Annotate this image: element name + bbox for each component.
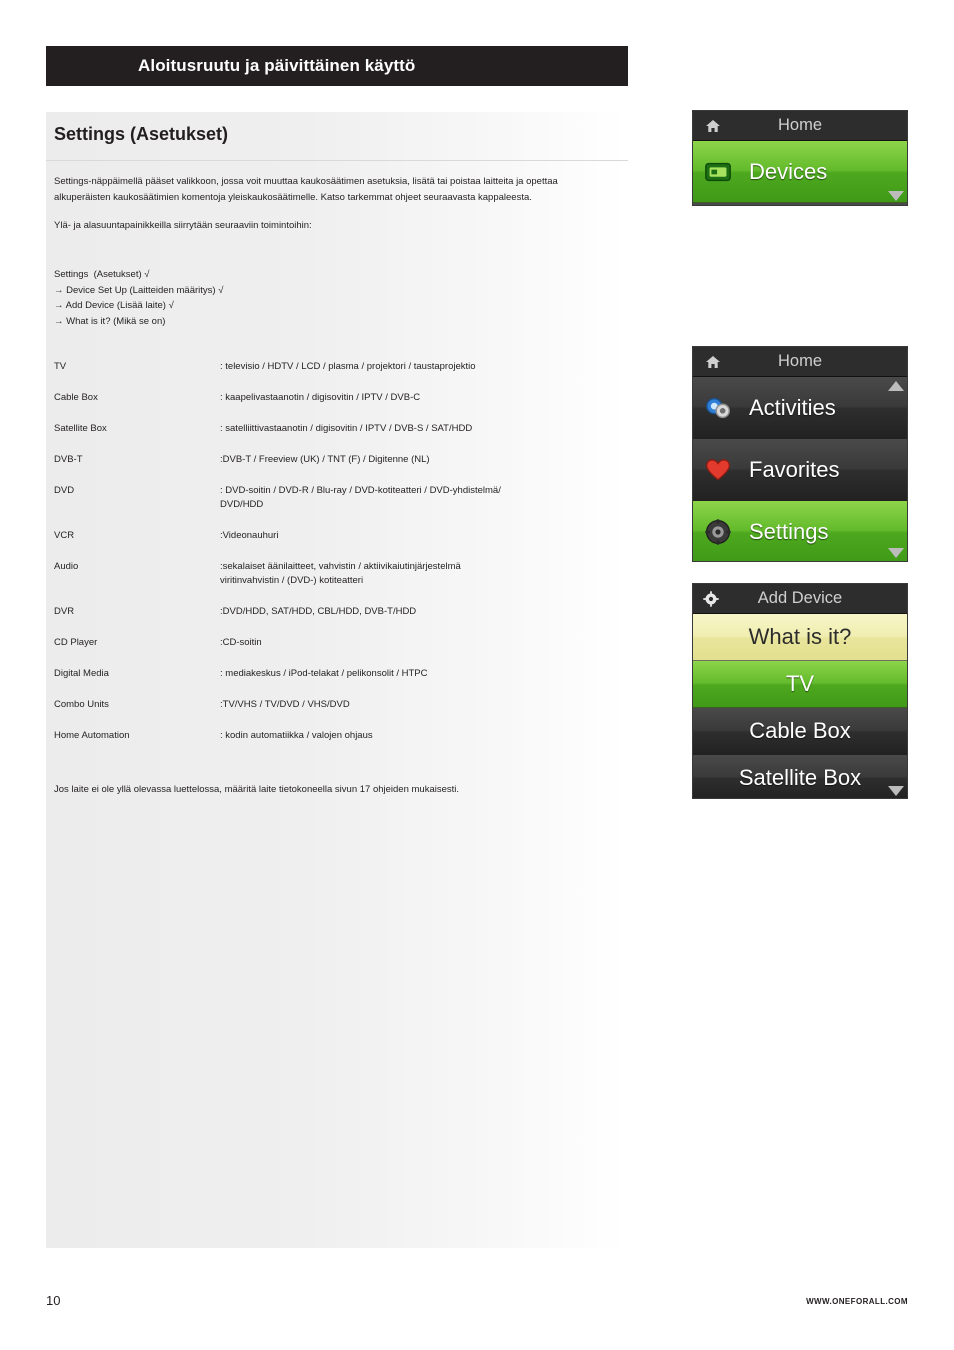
- device-description: : satelliittivastaanotin / digisovitin /…: [220, 423, 473, 434]
- device-name: Combo Units: [54, 699, 109, 710]
- screen-title-bar: Add Device: [693, 584, 907, 614]
- footer-url: WWW.ONEFORALL.COM: [806, 1297, 908, 1306]
- remote-screen-add-device: Add Device What is it? TV Cable Box Sate…: [692, 583, 908, 799]
- device-description: :sekalaiset äänilaitteet, vahvistin / ak…: [220, 561, 461, 586]
- table-row: VCR :Videonauhuri: [54, 529, 614, 543]
- device-description: :Videonauhuri: [220, 530, 279, 541]
- device-name: DVD: [54, 485, 75, 496]
- menu-item-label: What is it?: [748, 624, 852, 649]
- intro-text: Settings-näppäimellä pääset valikkoon, j…: [54, 174, 602, 234]
- menu-item-label: Cable Box: [749, 718, 851, 743]
- device-name: Home Automation: [54, 730, 130, 741]
- section-title: Settings (Asetukset): [54, 124, 229, 144]
- intro-paragraph-1: Settings-näppäimellä pääset valikkoon, j…: [54, 176, 558, 203]
- device-name: DVB-T: [54, 454, 83, 465]
- device-description: : DVD-soitin / DVD-R / Blu-ray / DVD-kot…: [220, 485, 501, 510]
- menu-item-cable-box[interactable]: Cable Box: [693, 708, 907, 755]
- menu-item-label: Favorites: [749, 456, 840, 482]
- menu-item-settings[interactable]: Settings: [693, 501, 907, 561]
- table-row: DVB-T :DVB-T / Freeview (UK) / TNT (F) /…: [54, 453, 614, 467]
- scroll-down-arrow-icon[interactable]: [888, 786, 904, 796]
- nav-line-what-is-it: → What is it? (Mikä se on): [54, 315, 166, 327]
- menu-item-favorites[interactable]: Favorites: [693, 439, 907, 501]
- page-header-title: Aloitusruutu ja päivittäinen käyttö: [138, 56, 416, 75]
- menu-item-devices[interactable]: Devices: [693, 141, 907, 203]
- page-number: 10: [46, 1293, 61, 1308]
- device-name: Satellite Box: [54, 423, 107, 434]
- gear-icon: [703, 590, 719, 607]
- screen-title-bar: Home: [693, 347, 907, 377]
- table-row: Combo Units :TV/VHS / TV/DVD / VHS/DVD: [54, 698, 614, 712]
- menu-item-activities[interactable]: Activities: [693, 203, 907, 205]
- device-description: :DVB-T / Freeview (UK) / TNT (F) / Digit…: [220, 454, 430, 465]
- content-panel: Settings (Asetukset) Settings-näppäimell…: [46, 112, 628, 1248]
- home-icon: [705, 118, 721, 134]
- table-row: CD Player :CD-soitin: [54, 636, 614, 650]
- scroll-up-arrow-icon[interactable]: [888, 381, 904, 391]
- table-row: Satellite Box : satelliittivastaanotin /…: [54, 422, 614, 436]
- remote-screen-home-devices: Home Devices Activities Favorites: [692, 110, 908, 206]
- menu-item-label: Settings: [749, 518, 829, 544]
- device-description: : kaapelivastaanotin / digisovitin / IPT…: [220, 392, 421, 403]
- table-row: Cable Box : kaapelivastaanotin / digisov…: [54, 391, 614, 405]
- heart-icon: [693, 456, 743, 484]
- home-icon: [705, 354, 721, 370]
- scroll-down-arrow-icon[interactable]: [888, 548, 904, 558]
- footnote-text: Jos laite ei ole yllä olevassa luettelos…: [54, 784, 460, 795]
- menu-item-label: Devices: [749, 158, 828, 184]
- device-description: :DVD/HDD, SAT/HDD, CBL/HDD, DVB-T/HDD: [220, 606, 417, 617]
- table-row: TV : televisio / HDTV / LCD / plasma / p…: [54, 360, 614, 374]
- settings-icon: [693, 518, 743, 546]
- settings-navigation-list: Settings (Asetukset) √ → Device Set Up (…: [54, 267, 223, 329]
- menu-item-activities[interactable]: Activities: [693, 377, 907, 439]
- nav-line-device-setup: → Device Set Up (Laitteiden määritys) √: [54, 284, 224, 296]
- device-description: : televisio / HDTV / LCD / plasma / proj…: [220, 361, 476, 372]
- menu-item-satellite-box[interactable]: Satellite Box: [693, 755, 907, 798]
- screen-title-label: Home: [777, 116, 822, 134]
- nav-line-add-device: → Add Device (Lisää laite) √: [54, 300, 174, 311]
- table-row: Home Automation : kodin automatiikka / v…: [54, 729, 614, 743]
- screen-title-bar: Home: [693, 111, 907, 141]
- panel-divider: [46, 160, 628, 161]
- device-name: Audio: [54, 561, 79, 572]
- device-name: VCR: [54, 530, 75, 541]
- nav-line-settings: Settings (Asetukset) √: [54, 269, 150, 280]
- screen-title-label: Add Device: [757, 589, 843, 607]
- device-name: Cable Box: [54, 392, 98, 403]
- device-name: DVR: [54, 606, 75, 617]
- menu-item-label: Activities: [749, 394, 836, 420]
- menu-item-what-is-it[interactable]: What is it?: [693, 614, 907, 661]
- remote-screen-home-settings: Home Activities Favorites Settings: [692, 346, 908, 562]
- table-row: Audio :sekalaiset äänilaitteet, vahvisti…: [54, 560, 614, 588]
- table-row: DVD : DVD-soitin / DVD-R / Blu-ray / DVD…: [54, 484, 614, 512]
- device-name: Digital Media: [54, 668, 109, 679]
- device-description: :CD-soitin: [220, 637, 262, 648]
- intro-paragraph-2: Ylä- ja alasuuntapainikkeilla siirrytään…: [54, 220, 312, 231]
- device-type-table: TV : televisio / HDTV / LCD / plasma / p…: [54, 360, 614, 760]
- menu-item-label: TV: [785, 671, 815, 696]
- device-description: :TV/VHS / TV/DVD / VHS/DVD: [220, 699, 350, 710]
- menu-item-tv[interactable]: TV: [693, 661, 907, 708]
- screen-title-label: Home: [777, 352, 822, 370]
- device-description: : kodin automatiikka / valojen ohjaus: [220, 730, 373, 741]
- device-description: : mediakeskus / iPod-telakat / pelikonso…: [220, 668, 428, 679]
- menu-item-label: Satellite Box: [738, 764, 862, 790]
- activities-icon: [693, 393, 743, 423]
- table-row: DVR :DVD/HDD, SAT/HDD, CBL/HDD, DVB-T/HD…: [54, 605, 614, 619]
- page-header-bar: Aloitusruutu ja päivittäinen käyttö: [46, 46, 628, 86]
- devices-icon: [693, 157, 743, 187]
- scroll-down-arrow-icon[interactable]: [888, 191, 904, 201]
- table-row: Digital Media : mediakeskus / iPod-telak…: [54, 667, 614, 681]
- device-name: CD Player: [54, 637, 98, 648]
- device-name: TV: [54, 361, 67, 372]
